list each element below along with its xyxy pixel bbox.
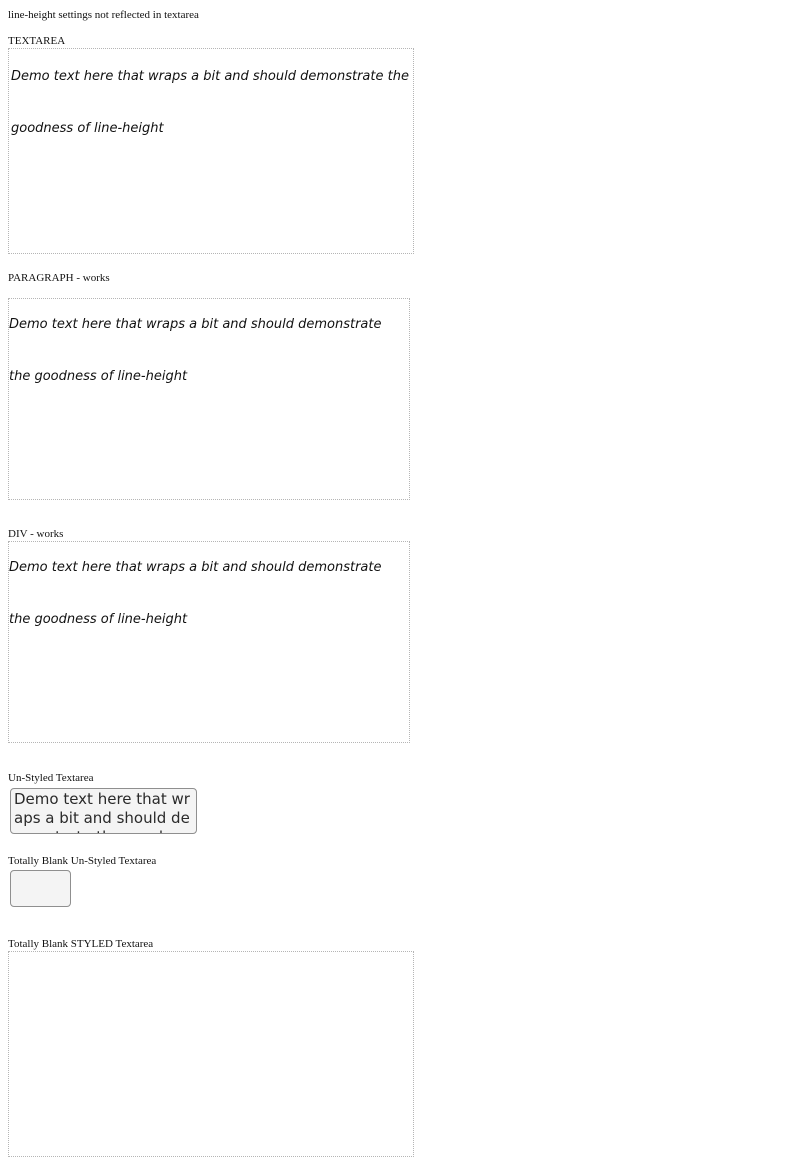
unstyled-textarea[interactable] (10, 788, 197, 834)
div-demo-box: Demo text here that wraps a bit and shou… (8, 541, 410, 743)
blank-unstyled-textarea-label: Totally Blank Un-Styled Textarea (8, 855, 157, 867)
div-demo-line-1: Demo text here that wraps a bit and shou… (9, 560, 382, 575)
paragraph-demo-box: Demo text here that wraps a bit and shou… (8, 298, 410, 500)
unstyled-textarea-label: Un-Styled Textarea (8, 772, 94, 784)
paragraph-demo-line-2: the goodness of line-height (9, 369, 188, 384)
blank-styled-textarea[interactable] (8, 951, 414, 1157)
div-section-label: DIV - works (8, 528, 64, 540)
paragraph-section-label: PARAGRAPH - works (8, 272, 110, 284)
blank-styled-textarea-label: Totally Blank STYLED Textarea (8, 938, 154, 950)
textarea-section-label: TEXTAREA (8, 35, 66, 47)
paragraph-demo-line-1: Demo text here that wraps a bit and shou… (9, 317, 382, 332)
div-demo-line-2: the goodness of line-height (9, 612, 188, 627)
blank-unstyled-textarea[interactable] (10, 870, 71, 907)
page-title: line-height settings not reflected in te… (8, 9, 199, 21)
styled-textarea[interactable] (8, 48, 414, 254)
